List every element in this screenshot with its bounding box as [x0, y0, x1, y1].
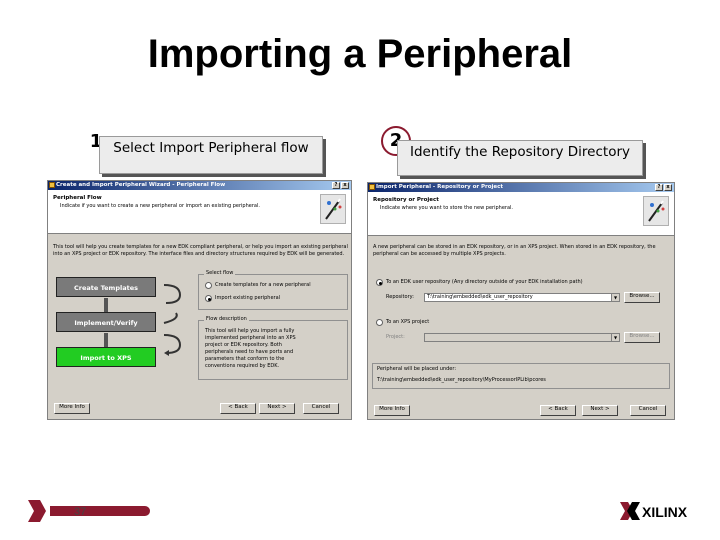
next-button[interactable]: Next > [259, 403, 295, 414]
create-templates-box: Create Templates [56, 277, 156, 297]
help-button[interactable]: ? [655, 184, 663, 191]
select-flow-legend: Select flow [204, 270, 236, 276]
repository-combo[interactable]: T:\training\embedded\edk_user_repository… [424, 293, 620, 302]
chevron-down-icon[interactable]: ▼ [611, 294, 619, 301]
output-path-group: Peripheral will be placed under: T:\trai… [372, 363, 670, 389]
flow-arrow [104, 298, 108, 312]
app-icon [49, 182, 55, 188]
magic-wand-icon [648, 200, 665, 222]
close-button[interactable]: x [664, 184, 672, 191]
wizard-wand-icon [643, 196, 669, 226]
import-to-xps-box: Import to XPS [56, 347, 156, 367]
dialog-header: Repository or Project Indicate where you… [368, 192, 674, 236]
dialog-title: Create and Import Peripheral Wizard - Pe… [56, 182, 226, 188]
app-icon [369, 184, 375, 190]
edk-repository-radio[interactable] [376, 279, 383, 286]
more-info-button[interactable]: More Info [54, 403, 90, 414]
repository-or-project-dialog: Import Peripheral - Repository or Projec… [367, 182, 675, 420]
next-button[interactable]: Next > [582, 405, 618, 416]
xilinx-logo-text: XILINX [642, 504, 688, 520]
header-subtitle: Indicate where you want to store the new… [380, 205, 514, 211]
import-peripheral-option-label: Import existing peripheral [215, 295, 281, 301]
project-label: Project: [386, 334, 405, 340]
repository-value: T:\training\embedded\edk_user_repository [427, 294, 533, 300]
create-templates-option-label: Create templates for a new peripheral [215, 282, 311, 288]
wizard-wand-icon [320, 194, 346, 224]
project-browse-button[interactable]: Browse... [624, 332, 660, 343]
cancel-button[interactable]: Cancel [303, 403, 339, 414]
placed-under-path: T:\training\embedded\edk_user_repository… [377, 377, 546, 383]
create-templates-radio[interactable] [205, 282, 212, 289]
dialog-header: Peripheral Flow Indicate if you want to … [48, 190, 351, 234]
step-2-callout: Identify the Repository Directory [397, 140, 643, 176]
intro-text: This tool will help you create templates… [53, 244, 348, 257]
dialog-titlebar: Create and Import Peripheral Wizard - Pe… [48, 181, 351, 190]
xilinx-logo: XILINX [619, 499, 701, 523]
import-peripheral-radio[interactable] [205, 295, 212, 302]
placed-under-label: Peripheral will be placed under: [377, 366, 457, 372]
edk-repository-option-label: To an EDK user repository (Any directory… [386, 279, 583, 285]
intro-text: A new peripheral can be stored in an EDK… [373, 244, 656, 257]
repository-label: Repository: [386, 294, 414, 300]
footer-bar [50, 506, 150, 516]
chevron-down-icon[interactable]: ▼ [611, 334, 619, 341]
magic-wand-icon [325, 198, 342, 220]
page-number: 37 [74, 506, 87, 518]
select-flow-group: Select flow Create templates for a new p… [198, 270, 348, 310]
peripheral-flow-dialog: Create and Import Peripheral Wizard - Pe… [47, 180, 352, 420]
xps-project-radio[interactable] [376, 319, 383, 326]
xps-project-option-label: To an XPS project [386, 319, 430, 325]
close-button[interactable]: x [341, 182, 349, 189]
help-button[interactable]: ? [332, 182, 340, 189]
xilinx-logo-icon: XILINX [620, 502, 688, 520]
flow-description-group: Flow description This tool will help you… [198, 316, 348, 380]
back-button[interactable]: < Back [540, 405, 576, 416]
flow-description-text: This tool will help you import a fully i… [205, 328, 296, 369]
flow-arrow [104, 333, 108, 347]
flow-description-legend: Flow description [204, 316, 249, 322]
header-subtitle: Indicate if you want to create a new per… [60, 203, 260, 209]
header-title: Repository or Project [373, 197, 439, 203]
project-combo[interactable]: ▼ [424, 333, 620, 342]
flow-loop-arrows-icon [163, 284, 182, 356]
dialog-title: Import Peripheral - Repository or Projec… [376, 184, 504, 190]
slide-title: Importing a Peripheral [147, 32, 573, 76]
repository-browse-button[interactable]: Browse... [624, 292, 660, 303]
dialog-titlebar: Import Peripheral - Repository or Projec… [368, 183, 674, 192]
back-button[interactable]: < Back [220, 403, 256, 414]
header-title: Peripheral Flow [53, 195, 102, 201]
implement-verify-box: Implement/Verify [56, 312, 156, 332]
step-1-callout: Select Import Peripheral flow [99, 136, 323, 174]
cancel-button[interactable]: Cancel [630, 405, 666, 416]
more-info-button[interactable]: More Info [374, 405, 410, 416]
